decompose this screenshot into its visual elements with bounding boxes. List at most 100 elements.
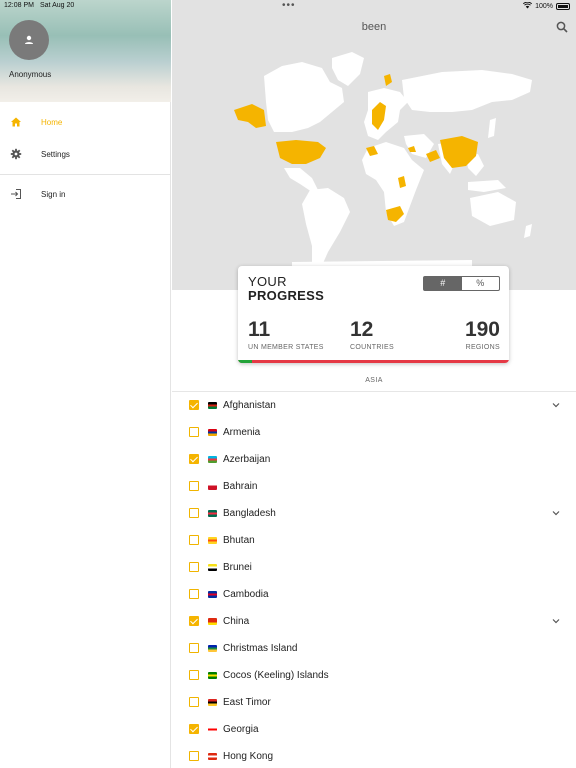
gear-icon	[10, 148, 22, 160]
battery-icon	[556, 3, 570, 10]
sidebar-item-sign-in[interactable]: Sign in	[0, 181, 171, 207]
chevron-down-icon[interactable]	[552, 617, 560, 625]
stat-value: 190	[464, 318, 500, 341]
country-row[interactable]: Cocos (Keeling) Islands	[172, 662, 576, 689]
flag-icon	[208, 618, 217, 625]
flag-icon	[208, 699, 217, 706]
progress-title-line1: YOUR	[248, 274, 287, 289]
country-name: Bangladesh	[223, 508, 276, 519]
flag-icon	[208, 726, 217, 733]
user-name: Anonymous	[9, 70, 52, 79]
search-icon[interactable]	[556, 21, 568, 33]
visited-checkbox[interactable]	[189, 562, 199, 572]
person-icon	[25, 35, 33, 44]
visited-checkbox[interactable]	[189, 670, 199, 680]
visited-checkbox[interactable]	[189, 616, 199, 626]
world-map-area[interactable]: been	[172, 0, 576, 290]
flag-icon	[208, 429, 217, 436]
visited-checkbox[interactable]	[189, 481, 199, 491]
visited-checkbox[interactable]	[189, 724, 199, 734]
country-row[interactable]: Afghanistan	[172, 392, 576, 419]
visited-checkbox[interactable]	[189, 427, 199, 437]
country-row[interactable]: Bahrain	[172, 473, 576, 500]
stat-label: COUNTRIES	[350, 344, 394, 351]
country-name: Georgia	[223, 724, 259, 735]
country-row[interactable]: Azerbaijan	[172, 446, 576, 473]
country-name: Cambodia	[223, 589, 269, 600]
country-name: Hong Kong	[223, 751, 274, 762]
status-time: 12:08 PM	[4, 2, 34, 9]
visited-checkbox[interactable]	[189, 535, 199, 545]
progress-fill	[238, 360, 252, 363]
toggle-count-option[interactable]: #	[424, 277, 462, 290]
progress-card: YOUR PROGRESS # % 11 UN MEMBER STATES 12…	[238, 266, 509, 363]
home-icon	[11, 117, 21, 127]
country-list: Afghanistan Armenia Azerbaijan Bahrain Bangl…	[172, 392, 576, 768]
sidebar-item-home[interactable]: Home	[0, 109, 171, 135]
stat-regions: 190 REGIONS	[465, 318, 500, 351]
status-date: Sat Aug 20	[40, 2, 75, 9]
flag-icon	[208, 564, 217, 571]
status-bar: 12:08 PM Sat Aug 20 ••• 100%	[0, 0, 576, 12]
visited-checkbox[interactable]	[189, 751, 199, 761]
country-name: Bahrain	[223, 481, 258, 492]
country-name: Christmas Island	[223, 643, 298, 654]
flag-icon	[208, 537, 217, 544]
multitasking-dots-icon[interactable]: •••	[282, 0, 296, 11]
country-name: China	[223, 616, 250, 627]
stat-un-member-states: 11 UN MEMBER STATES	[248, 318, 324, 351]
country-row[interactable]: Bangladesh	[172, 500, 576, 527]
flag-icon	[208, 402, 217, 409]
stat-label: UN MEMBER STATES	[248, 344, 324, 351]
visited-checkbox[interactable]	[189, 697, 199, 707]
country-name: Brunei	[223, 562, 252, 573]
country-name: East Timor	[223, 697, 271, 708]
sidebar-item-label: Settings	[41, 150, 70, 159]
visited-checkbox[interactable]	[189, 454, 199, 464]
count-percent-toggle[interactable]: # %	[423, 276, 500, 291]
sidebar-item-settings[interactable]: Settings	[0, 141, 171, 167]
flag-icon	[208, 645, 217, 652]
flag-icon	[208, 672, 217, 679]
stat-value: 12	[350, 318, 374, 341]
country-row[interactable]: Hong Kong	[172, 743, 576, 768]
country-row[interactable]: Georgia	[172, 716, 576, 743]
country-row[interactable]: Brunei	[172, 554, 576, 581]
sign-in-icon	[11, 189, 21, 199]
progress-bar	[238, 360, 509, 363]
country-name: Cocos (Keeling) Islands	[223, 670, 329, 681]
profile-header: Anonymous	[0, 0, 171, 102]
stat-countries: 12 COUNTRIES	[350, 318, 394, 351]
country-row[interactable]: Christmas Island	[172, 635, 576, 662]
sidebar-divider	[0, 174, 171, 175]
visited-checkbox[interactable]	[189, 400, 199, 410]
world-map[interactable]	[172, 40, 576, 270]
flag-icon	[208, 510, 217, 517]
country-name: Bhutan	[223, 535, 255, 546]
app-title: been	[361, 21, 387, 33]
visited-checkbox[interactable]	[189, 643, 199, 653]
battery-percent: 100%	[535, 3, 553, 10]
visited-checkbox[interactable]	[189, 508, 199, 518]
toggle-percent-option[interactable]: %	[462, 277, 500, 290]
stat-value: 11	[248, 318, 271, 341]
sidebar: Anonymous Home Settings Sign in	[0, 0, 171, 768]
chevron-down-icon[interactable]	[552, 401, 560, 409]
country-name: Afghanistan	[223, 400, 276, 411]
section-header-asia: ASIA	[365, 377, 383, 384]
stat-label: REGIONS	[465, 344, 500, 351]
country-row[interactable]: China	[172, 608, 576, 635]
main-content: been YOUR PROGRESS # % 11 UN MEMBER STAT…	[172, 0, 576, 768]
country-row[interactable]: Bhutan	[172, 527, 576, 554]
avatar[interactable]	[9, 20, 49, 60]
country-row[interactable]: Cambodia	[172, 581, 576, 608]
flag-icon	[208, 456, 217, 463]
wifi-icon	[523, 1, 533, 11]
sidebar-item-label: Home	[41, 118, 63, 127]
flag-icon	[208, 483, 217, 490]
status-right: 100%	[523, 1, 570, 11]
chevron-down-icon[interactable]	[552, 509, 560, 517]
country-row[interactable]: East Timor	[172, 689, 576, 716]
visited-checkbox[interactable]	[189, 589, 199, 599]
country-row[interactable]: Armenia	[172, 419, 576, 446]
